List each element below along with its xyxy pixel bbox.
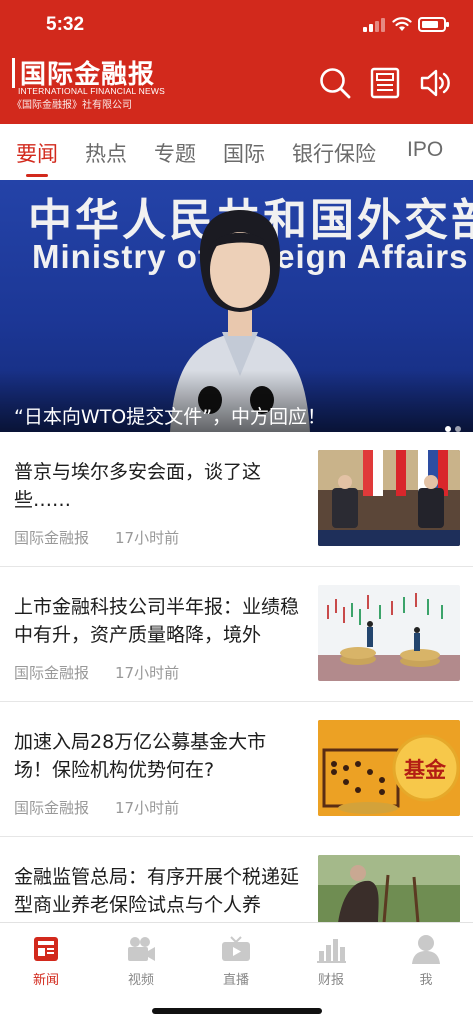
search-icon[interactable] — [318, 66, 352, 100]
news-thumbnail[interactable] — [318, 855, 460, 923]
news-thumbnail[interactable] — [318, 585, 460, 681]
news-time: 17小时前 — [115, 664, 180, 682]
news-thumbnail[interactable]: 基金 — [318, 720, 460, 816]
app-header: 5:32 国际金融报 INTERNATIONAL FINANCIAL NEWS … — [0, 0, 473, 124]
hero-banner[interactable]: 中华人民共和国外交部 Ministry of Foreign Affairs “… — [0, 180, 473, 432]
tab-banking-insurance[interactable]: 银行保险 — [292, 138, 376, 168]
tv-icon — [220, 933, 252, 965]
newspaper-icon[interactable] — [368, 66, 402, 100]
news-title[interactable]: 普京与埃尔多安会面，谈了这些…… — [14, 458, 304, 514]
tabbar-label: 新闻 — [32, 973, 59, 988]
news-source: 国际金融报 — [14, 529, 90, 547]
audio-icon[interactable] — [418, 66, 452, 100]
news-item[interactable]: 普京与埃尔多安会面，谈了这些…… 国际金融报 17小时前 — [0, 432, 473, 567]
logo-company: 《国际金融报》社有限公司 — [12, 100, 132, 111]
tabbar-label: 我 — [419, 973, 433, 988]
news-source: 国际金融报 — [14, 799, 90, 817]
tab-international[interactable]: 国际 — [223, 138, 265, 168]
tabbar-label: 直播 — [222, 973, 249, 988]
tab-topics[interactable]: 专题 — [154, 138, 196, 168]
news-item[interactable]: 加速入局28万亿公募基金大市场！保险机构优势何在? 国际金融报 17小时前 基金 — [0, 702, 473, 837]
battery-icon — [418, 17, 449, 32]
news-source: 国际金融报 — [14, 664, 90, 682]
category-tabs: 要闻 热点 专题 国际 银行保险 IPO — [0, 124, 473, 180]
tabbar-earnings[interactable]: 财报 — [301, 933, 361, 988]
news-title[interactable]: 金融监管总局：有序开展个税递延型商业养老保险试点与个人养 — [14, 863, 304, 919]
tabbar-label: 财报 — [317, 973, 344, 988]
news-time: 17小时前 — [115, 799, 180, 817]
tabbar-news[interactable]: 新闻 — [16, 933, 76, 988]
news-item[interactable]: 上市金融科技公司半年报：业绩稳中有升，资产质量略降，境外 国际金融报 17小时前 — [0, 567, 473, 702]
video-camera-icon — [125, 933, 157, 965]
home-indicator[interactable] — [152, 1008, 322, 1014]
news-meta: 国际金融报 17小时前 — [14, 662, 179, 683]
news-time: 17小时前 — [115, 529, 180, 547]
news-title[interactable]: 加速入局28万亿公募基金大市场！保险机构优势何在? — [14, 728, 304, 784]
news-meta: 国际金融报 17小时前 — [14, 527, 179, 548]
news-thumbnail[interactable] — [318, 450, 460, 546]
tabbar-label: 视频 — [127, 973, 154, 988]
logo-subtitle-en: INTERNATIONAL FINANCIAL NEWS — [18, 86, 165, 96]
news-title[interactable]: 上市金融科技公司半年报：业绩稳中有升，资产质量略降，境外 — [14, 593, 304, 649]
bar-chart-icon — [315, 933, 347, 965]
tab-hot[interactable]: 热点 — [85, 138, 127, 168]
tabbar-me[interactable]: 我 — [396, 933, 456, 988]
tabbar-video[interactable]: 视频 — [111, 933, 171, 988]
status-bar: 5:32 — [0, 0, 473, 50]
hero-caption[interactable]: “日本向WTO提交文件”，中方回应！ — [14, 402, 326, 429]
fund-badge-text: 基金 — [404, 758, 446, 782]
signal-icon — [363, 18, 385, 32]
user-icon — [410, 933, 442, 965]
tab-ipo[interactable]: IPO — [407, 138, 443, 162]
wifi-icon — [392, 17, 412, 31]
tab-headlines[interactable]: 要闻 — [16, 138, 58, 177]
carousel-dots[interactable] — [441, 417, 461, 432]
news-meta: 国际金融报 17小时前 — [14, 797, 179, 818]
status-time: 5:32 — [46, 14, 85, 35]
news-icon — [30, 933, 62, 965]
tabbar-live[interactable]: 直播 — [206, 933, 266, 988]
app-logo: 国际金融报 INTERNATIONAL FINANCIAL NEWS 《国际金融… — [12, 54, 172, 111]
